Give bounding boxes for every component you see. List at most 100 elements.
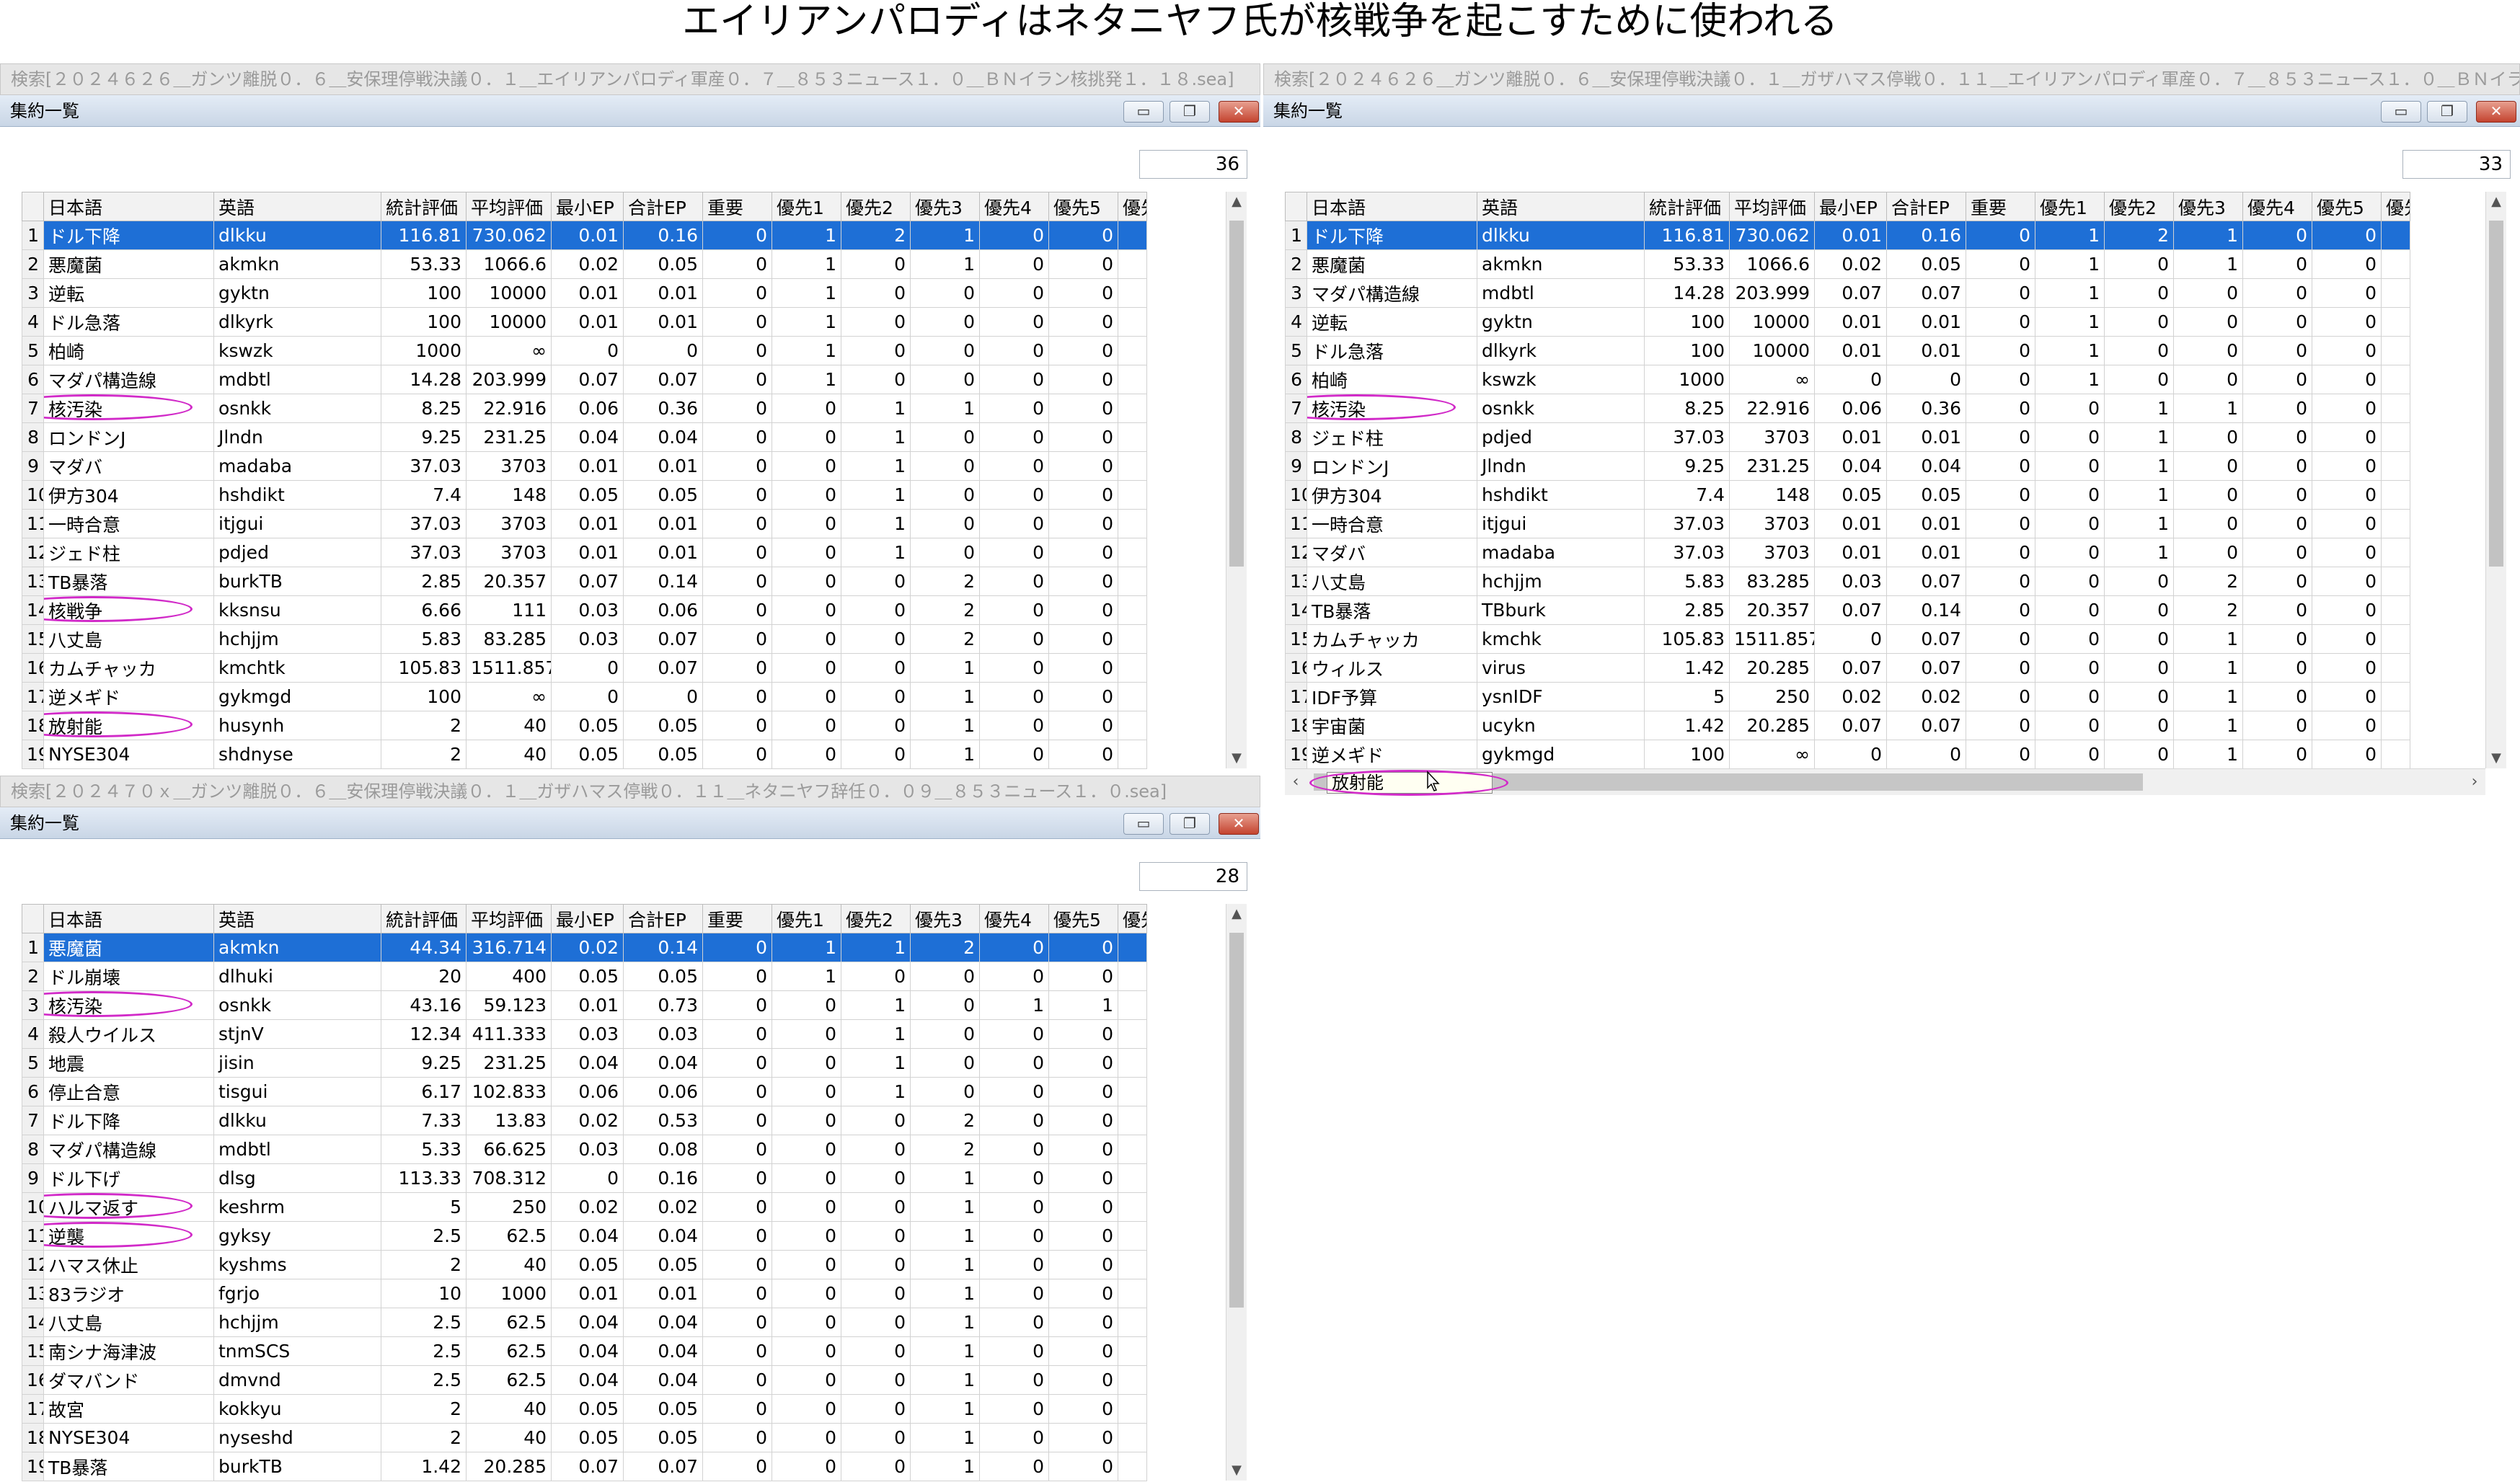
cell-value[interactable]: 10000 [466,278,552,308]
cell-value[interactable]: 0 [702,1192,772,1222]
table-row[interactable]: 11逆襲gyksy2.562.50.040.04000100 [22,1221,1147,1251]
cell-value[interactable]: 0 [1966,307,2035,337]
cell-value[interactable]: 0 [979,1423,1049,1452]
row-number[interactable]: 19 [22,1452,44,1481]
cell-english[interactable]: madaba [213,451,381,481]
row-number[interactable]: 4 [22,1019,44,1049]
chevron-down-icon[interactable]: ▼ [2486,748,2506,768]
cell-japanese[interactable]: 核汚染 [43,394,214,423]
cell-value[interactable]: 1 [772,307,841,337]
cell-japanese[interactable]: マダバ [1307,538,1477,567]
cell-value[interactable]: 100 [381,307,467,337]
cell-value[interactable]: 1 [910,1308,980,1337]
cell-value[interactable]: 0.01 [551,1279,624,1308]
row-number[interactable]: 6 [22,1077,44,1106]
cell-value[interactable]: 1 [2104,394,2174,423]
column-header[interactable]: 統計評価 [381,192,467,221]
cell-value[interactable]: 0.05 [551,1394,624,1424]
cell-value[interactable]: 0 [2035,624,2105,654]
column-header[interactable]: 優先4 [979,904,1049,933]
cell-value[interactable]: 0 [1048,1106,1118,1135]
table-row[interactable]: 19NYSE304shdnyse2400.050.05000100 [22,740,1147,769]
cell-value[interactable]: 1000 [1644,365,1730,394]
cell-value[interactable]: 0 [1048,1221,1118,1251]
cell-english[interactable]: Jlndn [1477,451,1645,481]
cell-value[interactable]: 0 [2242,451,2312,481]
cell-value[interactable]: 0.05 [1814,480,1887,510]
cell-value[interactable]: 0 [702,249,772,279]
cell-japanese[interactable]: ドル下降 [43,1106,214,1135]
cell-value[interactable]: 2 [910,624,980,654]
cell-value[interactable]: 1 [841,1077,911,1106]
cell-value[interactable]: 0 [2035,567,2105,596]
cell-value[interactable]: 0.02 [551,1192,624,1222]
cell-value[interactable]: 0 [702,278,772,308]
cell-value[interactable]: 0 [1048,1019,1118,1049]
cell-value[interactable]: 20 [381,962,467,991]
cell-value[interactable]: 0 [1048,278,1118,308]
cell-value[interactable]: 100 [381,682,467,711]
cell-english[interactable]: kmchk [1477,624,1645,654]
cell-value[interactable]: 0 [841,1308,911,1337]
column-header[interactable]: 優先 [1118,192,1147,221]
cell-value[interactable]: 0 [2312,480,2382,510]
cell-value[interactable]: 116.81 [1644,221,1730,250]
cell-value[interactable]: 0 [2173,422,2243,452]
cell-english[interactable]: burkTB [213,567,381,596]
cell-value[interactable]: 0 [2104,307,2174,337]
row-number[interactable]: 13 [1285,567,1307,596]
cell-value[interactable]: 0 [702,1452,772,1481]
cell-value[interactable]: 0.04 [623,1221,703,1251]
cell-value[interactable]: 1 [910,221,980,250]
cell-value[interactable]: 0.04 [623,422,703,452]
cell-value[interactable]: 0 [702,962,772,991]
cell-value[interactable]: 22.916 [466,394,552,423]
row-number[interactable]: 12 [1285,538,1307,567]
vertical-scrollbar[interactable]: ▲ ▼ [2485,192,2506,768]
cell-value[interactable] [2381,307,2410,337]
cell-value[interactable]: 0.07 [1814,278,1887,308]
cell-value[interactable]: 2 [910,595,980,625]
row-number[interactable]: 17 [22,682,44,711]
table-row[interactable]: 15カムチャッカkmchk105.831511.85700.07000100 [1285,624,2410,654]
cell-value[interactable]: 1 [2035,307,2105,337]
cell-english[interactable]: stjnV [213,1019,381,1049]
chevron-down-icon[interactable]: ▼ [1226,748,1247,768]
cell-value[interactable] [2381,509,2410,538]
cell-value[interactable]: 0 [772,1250,841,1279]
cell-value[interactable]: 0 [979,538,1049,567]
cell-value[interactable]: 0 [2242,509,2312,538]
cell-value[interactable]: 203.999 [1729,278,1815,308]
cell-japanese[interactable]: ウィルス [1307,653,1477,683]
column-header[interactable]: 最小EP [1814,192,1887,221]
cell-value[interactable]: 231.25 [466,422,552,452]
cell-value[interactable]: 0.01 [623,307,703,337]
cell-value[interactable]: ∞ [466,336,552,365]
row-number[interactable]: 2 [22,249,44,279]
cell-value[interactable]: 0 [2312,451,2382,481]
cell-value[interactable]: 0.05 [551,962,624,991]
cell-value[interactable]: 20.357 [466,567,552,596]
column-header[interactable]: 最小EP [551,904,624,933]
cell-value[interactable]: 0 [2242,249,2312,279]
cell-value[interactable]: 400 [466,962,552,991]
cell-value[interactable]: 0 [1966,365,2035,394]
cell-value[interactable]: 0.04 [551,1048,624,1078]
row-number[interactable]: 12 [22,1250,44,1279]
table-row[interactable]: 11一時合意itjgui37.0337030.010.01001000 [22,509,1147,538]
cell-value[interactable]: 1 [910,1365,980,1395]
cell-value[interactable]: 0 [1966,509,2035,538]
cell-value[interactable]: 0.06 [551,394,624,423]
cell-value[interactable] [1118,624,1147,654]
cell-value[interactable]: 37.03 [381,451,467,481]
cell-value[interactable]: 0.05 [623,740,703,769]
cell-value[interactable]: 105.83 [381,653,467,683]
cell-value[interactable]: 0 [551,336,624,365]
cell-value[interactable]: 0 [2242,394,2312,423]
cell-value[interactable]: 0 [2312,278,2382,308]
cell-value[interactable]: 0 [2242,278,2312,308]
cell-value[interactable]: 0 [772,740,841,769]
cell-value[interactable]: 0 [910,480,980,510]
cell-value[interactable]: 1 [2173,711,2243,740]
cell-value[interactable]: 0.01 [1814,307,1887,337]
